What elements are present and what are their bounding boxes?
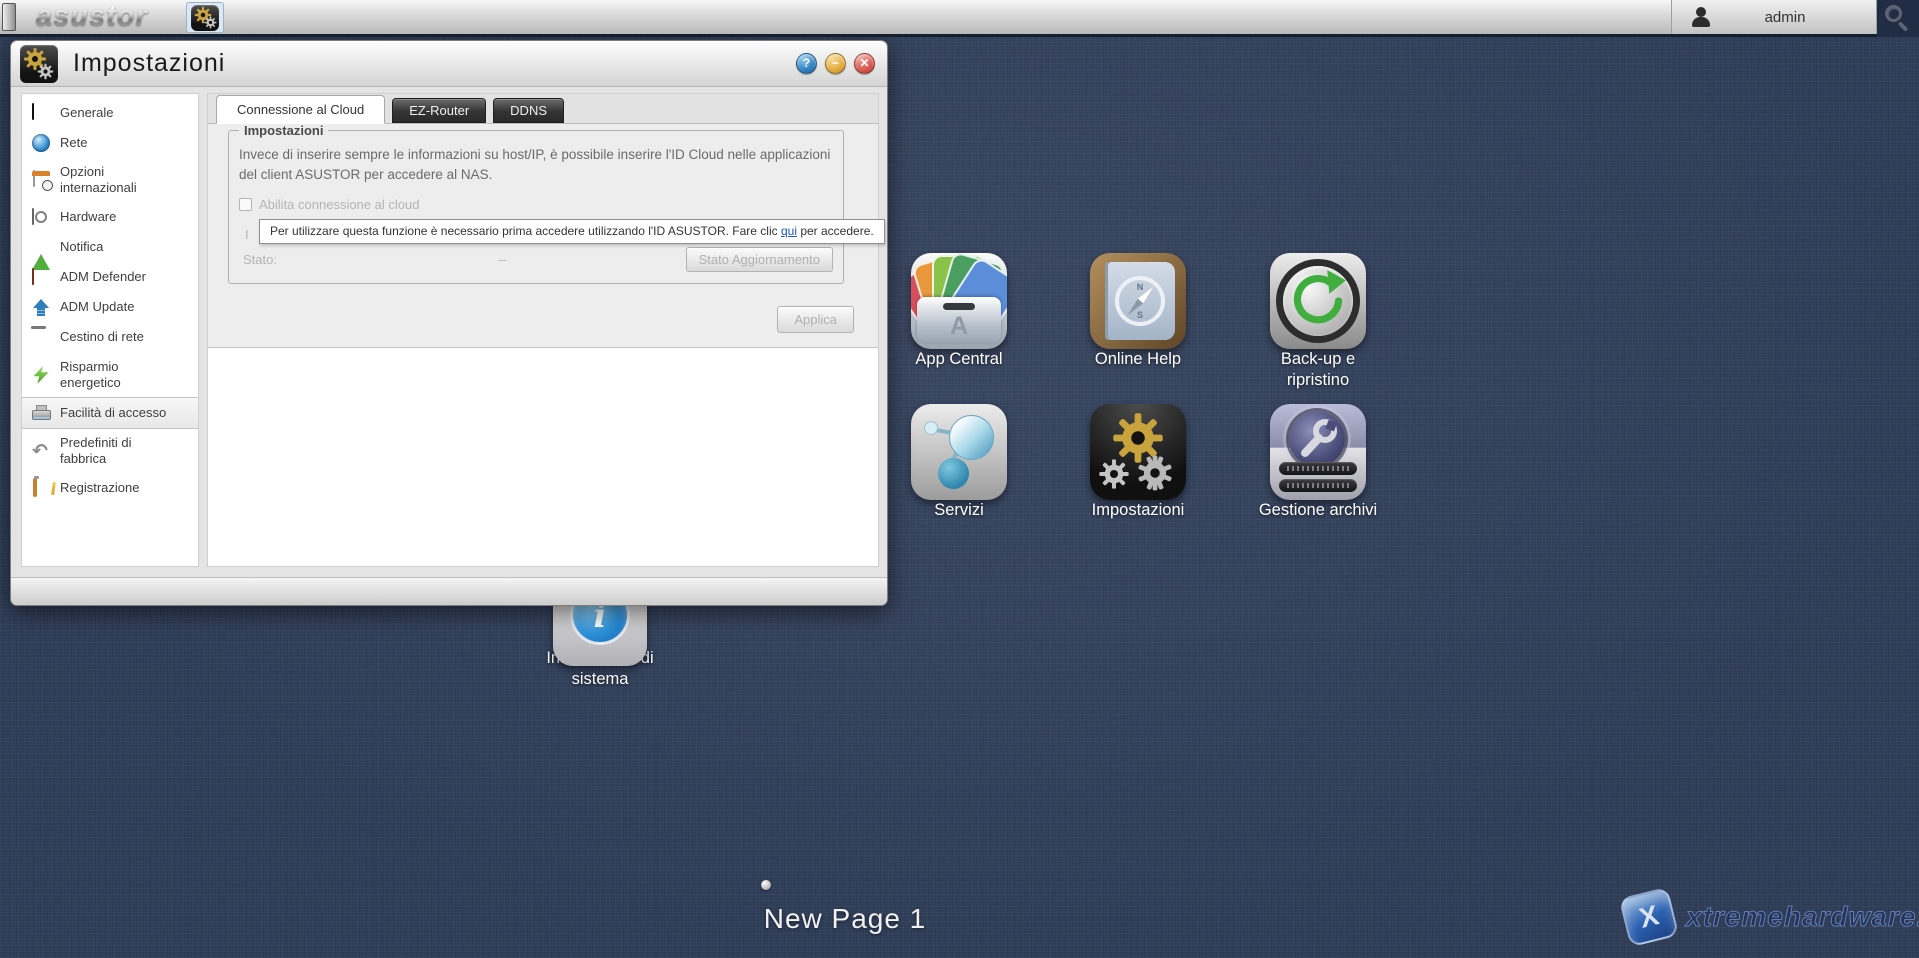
sidebar-item-generale[interactable]: Generale [22,98,198,128]
page-indicator-dot[interactable] [761,880,771,890]
node-small [924,421,938,435]
apply-button[interactable]: Applica [777,306,854,333]
ease-of-access-icon [32,404,51,422]
watermark-text: xtremehardware.it [1685,901,1919,933]
drive-slot [1279,462,1357,475]
tab-bar: Connessione al Cloud EZ-Router DDNS [208,94,878,124]
status-value: -- [498,252,507,267]
help-button[interactable]: ? [796,53,817,74]
desktop-page-title: New Page 1 [763,903,927,934]
close-button[interactable]: ✕ [854,53,875,74]
user-avatar-icon [1690,6,1712,28]
silver-gear-icon [1138,455,1172,491]
settings-gears-icon [20,45,58,83]
search-icon [1885,5,1902,22]
storage-ring [1289,411,1345,467]
desktop-label-impostazioni[interactable]: Impostazioni [1058,500,1218,521]
desktop-label-app-central[interactable]: App Central [879,349,1039,370]
desktop-label-backup[interactable]: Back-up e ripristino [1263,349,1373,390]
tab-connessione-al-cloud[interactable]: Connessione al Cloud [216,95,386,124]
global-search-button[interactable] [1877,0,1919,37]
wrench-icon [1301,419,1338,457]
asustor-logo: asustor [36,0,148,32]
alert-triangle-icon [32,238,50,270]
restore-arrow-icon [1293,270,1346,324]
window-footer [11,577,887,605]
desktop-icon-servizi[interactable] [911,404,1007,500]
sidebar-item-risparmio-energetico[interactable]: Risparmio energetico [22,353,198,398]
watermark: X xtremehardware.it [1618,886,1919,948]
window-titlebar[interactable]: Impostazioni ? − ✕ [11,41,887,87]
taskbar-collapse-handle[interactable] [2,3,16,31]
compass-south-label: S [1136,310,1144,320]
sidebar-item-adm-update[interactable]: ADM Update [22,293,198,323]
desktop-label-online-help[interactable]: Online Help [1058,349,1218,370]
sidebar-item-hardware[interactable]: Hardware [22,203,198,233]
tray-slot [943,303,975,310]
settings-gears-icon [191,4,219,31]
window-title: Impostazioni [73,49,226,77]
firewall-icon [32,267,34,285]
sidebar-item-predefiniti-di-fabbrica[interactable]: Predefiniti di fabbrica [22,429,198,474]
sidebar-item-rete[interactable]: Rete [22,128,198,158]
minimize-button[interactable]: − [825,53,846,74]
desktop-icon-app-central[interactable]: A [911,253,1007,349]
username: admin [1764,8,1806,26]
impostazioni-fieldset: Impostazioni Invece di inserire sempre l… [228,123,885,284]
status-row: Stato: -- Stato Aggiornamento [243,247,833,272]
factory-reset-icon [32,440,50,462]
login-required-tooltip: Per utilizzare questa funzione è necessa… [259,219,885,244]
tab-ez-router[interactable]: EZ-Router [392,98,487,123]
node-large [949,415,994,460]
desktop-icon-impostazioni[interactable] [1090,404,1186,500]
update-arrow-icon [32,298,50,317]
node-medium [938,458,969,489]
enable-cloud-checkbox[interactable] [239,198,252,211]
status-label: Stato: [243,252,277,267]
hard-drive-icon [32,207,34,225]
calendar-clock-icon [33,170,35,188]
desktop-icon-gestione-archivi[interactable] [1270,404,1366,500]
app-central-letter: A [949,312,969,340]
app-tray: A [917,297,1001,343]
desktop-label-servizi[interactable]: Servizi [879,500,1039,521]
cloud-id-label-clipped: I [245,227,249,242]
desktop-label-gestione-archivi[interactable]: Gestione archivi [1238,500,1398,521]
settings-main-panel: Connessione al Cloud EZ-Router DDNS Impo… [207,93,885,567]
top-taskbar: asustor admin [0,0,1919,37]
taskbar-item-impostazioni[interactable] [186,2,224,33]
cloud-id-description: Invece di inserire sempre le informazion… [239,147,831,182]
fieldset-legend: Impostazioni [239,123,329,138]
compass-icon: N S [1115,276,1165,326]
server-icon [32,103,34,120]
login-here-link[interactable]: qui [781,224,797,238]
settings-window: Impostazioni ? − ✕ Generale Rete Opzioni… [10,40,888,606]
sidebar-item-facilita-di-accesso[interactable]: Facilità di accesso [22,397,198,429]
enable-cloud-row: Abilita connessione al cloud [239,197,419,212]
enable-cloud-label: Abilita connessione al cloud [259,197,420,212]
update-status-button[interactable]: Stato Aggiornamento [685,247,833,272]
settings-sidebar: Generale Rete Opzioni internazionali Har… [21,93,199,567]
sidebar-item-opzioni-internazionali[interactable]: Opzioni internazionali [22,158,198,203]
sidebar-item-notifica[interactable]: Notifica [22,233,198,270]
xtremehardware-logo-icon: X [1618,886,1680,948]
user-menu[interactable]: admin [1671,0,1877,34]
silver-gear-icon [1099,459,1129,489]
energy-bolt-icon [33,365,49,384]
sidebar-item-registrazione[interactable]: Registrazione [22,474,198,504]
desktop-icon-online-help[interactable]: N S [1090,253,1186,349]
cloud-settings-form: Impostazioni Invece di inserire sempre l… [208,123,885,348]
drive-slot [1279,479,1357,492]
desktop-icon-backup[interactable] [1270,253,1366,349]
compass-north-label: N [1136,282,1144,292]
sidebar-item-cestino-di-rete[interactable]: Cestino di rete [22,323,198,353]
tab-ddns[interactable]: DDNS [493,98,565,123]
network-globe-icon [32,134,50,152]
registration-clipboard-icon [33,477,37,497]
